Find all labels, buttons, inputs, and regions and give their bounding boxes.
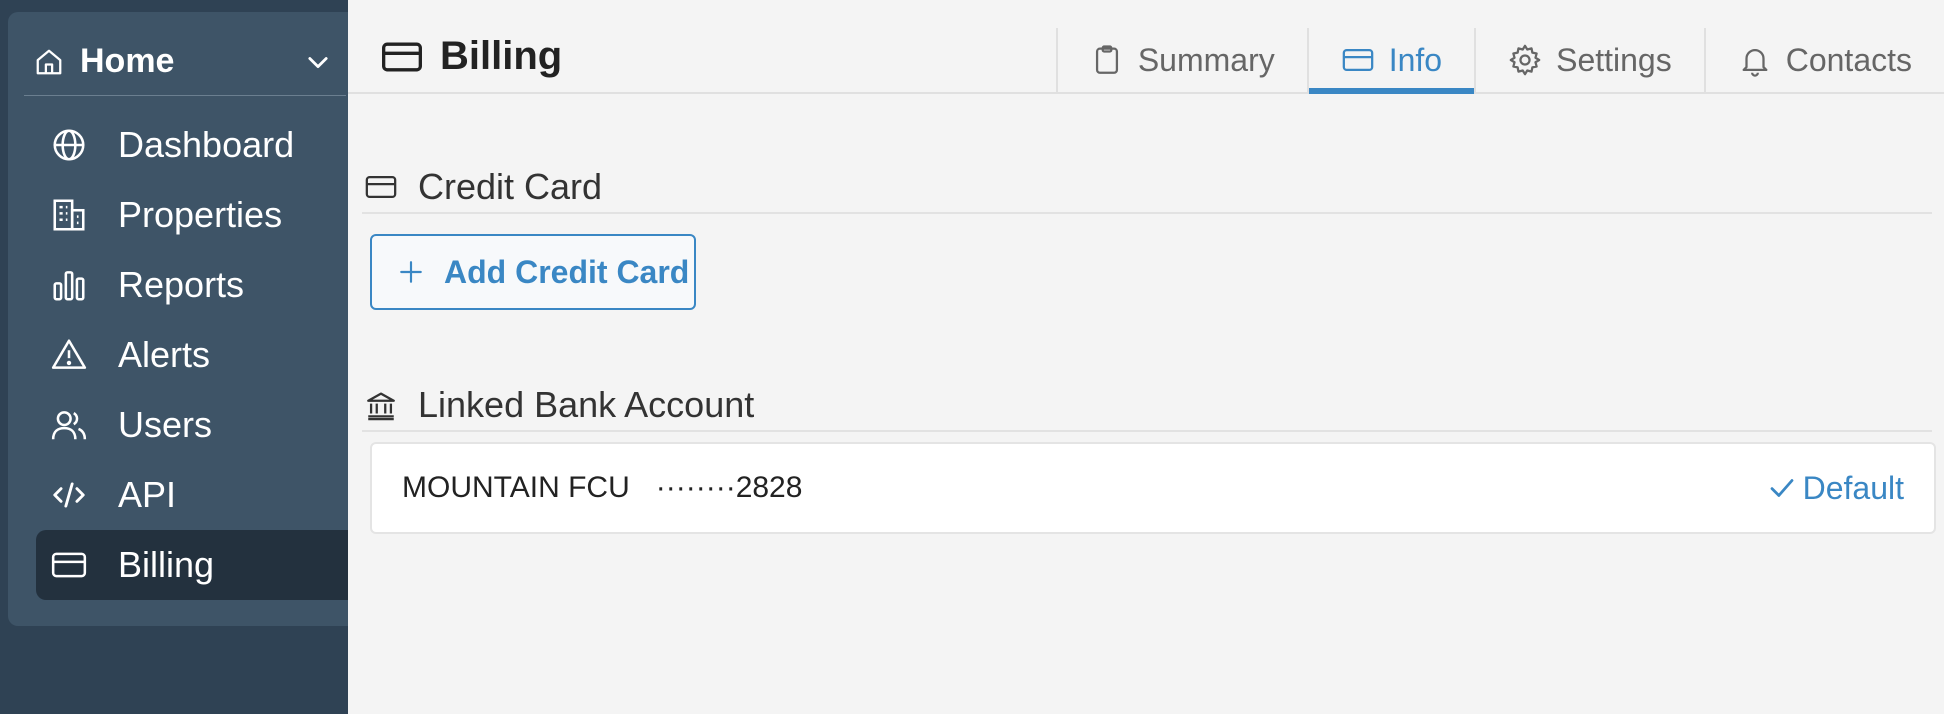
page-title: Billing	[380, 34, 562, 79]
tab-label: Settings	[1556, 41, 1672, 78]
chevron-down-icon[interactable]	[304, 48, 332, 76]
home-label: Home	[80, 42, 175, 80]
sidebar-item-users[interactable]: Users	[36, 390, 348, 460]
globe-icon	[53, 129, 85, 161]
sidebar-item-label: Dashboard	[118, 124, 295, 165]
bank-account-number: ········2828	[655, 471, 803, 504]
add-credit-card-button[interactable]: Add Credit Card	[370, 234, 696, 310]
home-selector[interactable]: Home	[24, 28, 346, 96]
section-title: Linked Bank Account	[418, 384, 755, 425]
credit-card-icon	[365, 175, 397, 199]
tab-bar: Summary Info Settings Contacts	[1055, 28, 1944, 94]
bell-icon	[1742, 49, 1768, 77]
tab-info[interactable]: Info	[1306, 28, 1475, 94]
main-content: Billing Summary Info Settings Contacts C…	[348, 0, 1944, 714]
sidebar-item-reports[interactable]: Reports	[36, 250, 348, 320]
home-icon	[36, 49, 62, 74]
sidebar-item-alerts[interactable]: Alerts	[36, 320, 348, 390]
credit-card-icon	[1342, 48, 1374, 72]
code-icon	[53, 482, 85, 508]
sidebar-item-label: Billing	[118, 544, 215, 585]
sidebar-item-label: Users	[118, 404, 213, 445]
sidebar-nav: Dashboard Properties Reports Alerts User…	[36, 110, 348, 600]
sidebar-item-label: Reports	[118, 264, 245, 305]
bar-chart-icon	[53, 271, 85, 301]
plus-icon	[400, 261, 422, 283]
users-icon	[51, 411, 87, 440]
credit-card-icon	[382, 42, 422, 71]
sidebar-item-label: Alerts	[118, 334, 211, 375]
sidebar-item-billing[interactable]: Billing	[36, 530, 348, 600]
default-badge: Default	[1767, 470, 1904, 507]
add-credit-card-label: Add Credit Card	[444, 253, 690, 290]
tab-label: Summary	[1137, 41, 1275, 78]
building-icon	[53, 199, 85, 231]
sidebar: Home Dashboard Properties Reports Alerts…	[0, 0, 348, 714]
page-title-text: Billing	[440, 34, 563, 78]
warning-icon	[51, 339, 87, 369]
bank-icon	[367, 392, 395, 421]
tab-label: Contacts	[1785, 41, 1912, 78]
credit-card-section-header: Credit Card	[362, 162, 1932, 214]
bank-account-row[interactable]: MOUNTAIN FCU ········2828 Default	[370, 442, 1936, 534]
sidebar-item-api[interactable]: API	[36, 460, 348, 530]
tab-label: Info	[1388, 41, 1443, 78]
gear-icon	[1509, 44, 1541, 76]
tab-summary[interactable]: Summary	[1055, 28, 1307, 92]
bank-section-header: Linked Bank Account	[362, 380, 1932, 432]
bank-account-name: MOUNTAIN FCU	[402, 471, 630, 504]
check-icon	[1770, 479, 1793, 497]
sidebar-item-label: API	[118, 474, 177, 515]
credit-card-icon	[51, 552, 87, 578]
section-title: Credit Card	[418, 166, 603, 207]
sidebar-item-properties[interactable]: Properties	[36, 180, 348, 250]
tab-contacts[interactable]: Contacts	[1703, 28, 1944, 92]
header-bar: Billing Summary Info Settings Contacts	[348, 0, 1944, 94]
tab-settings[interactable]: Settings	[1474, 28, 1704, 92]
clipboard-icon	[1095, 45, 1118, 74]
default-label: Default	[1802, 469, 1904, 506]
sidebar-item-dashboard[interactable]: Dashboard	[36, 110, 348, 180]
sidebar-item-label: Properties	[118, 194, 283, 235]
